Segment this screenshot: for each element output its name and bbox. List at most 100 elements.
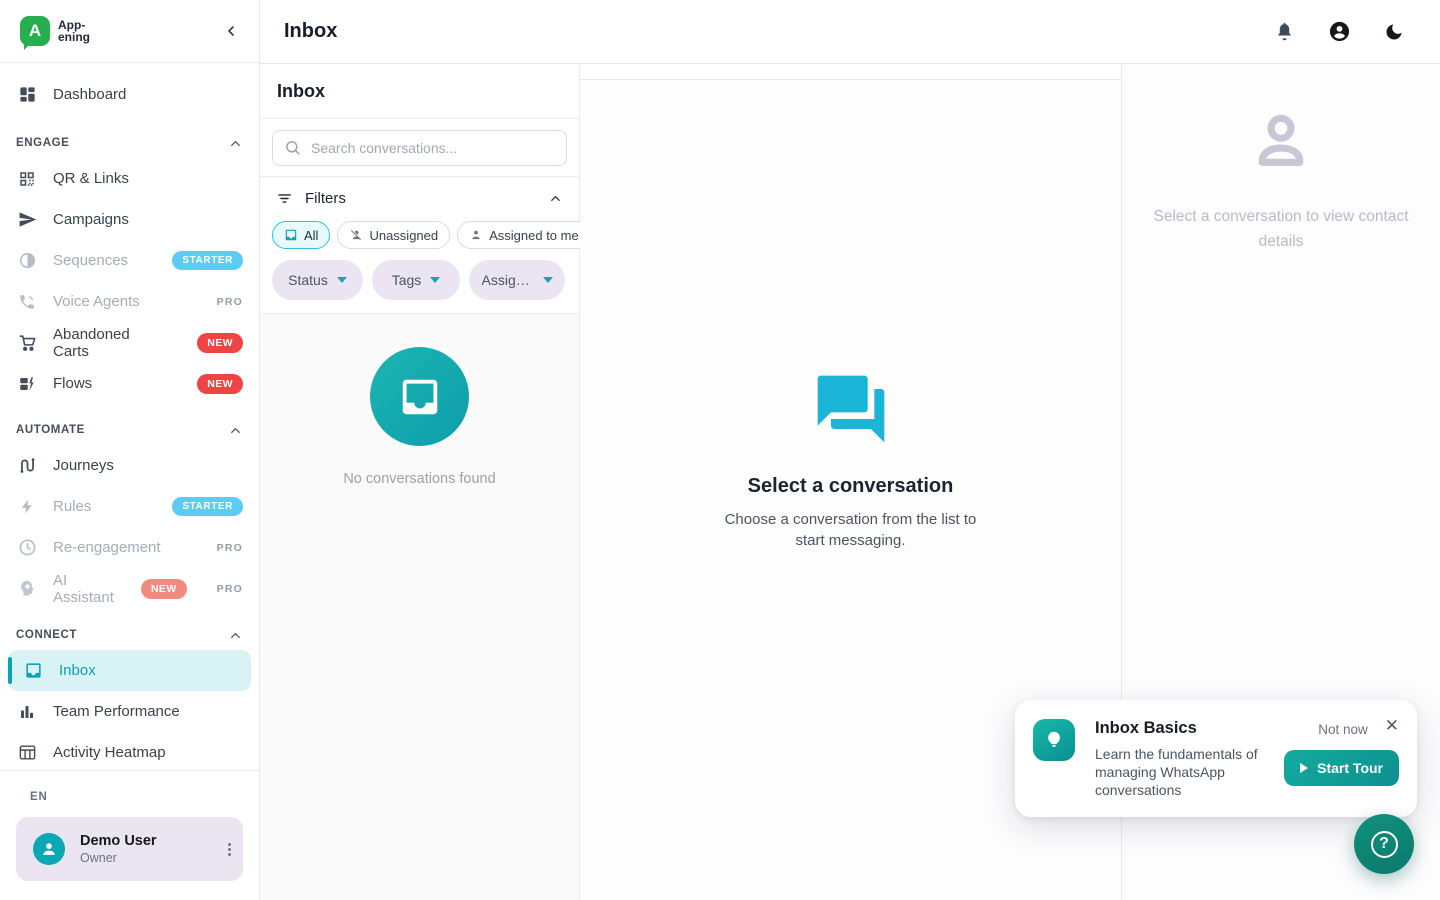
- sidebar-item-inbox[interactable]: Inbox: [8, 650, 251, 691]
- heatmap-grid-icon: [16, 743, 38, 762]
- sidebar-item-qr-links[interactable]: QR & Links: [0, 158, 259, 199]
- user-info: Demo User Owner: [80, 833, 157, 865]
- sidebar-item-flows[interactable]: Flows NEW: [0, 363, 259, 404]
- chevron-left-icon: [223, 23, 239, 39]
- sidebar-item-label: Team Performance: [53, 703, 180, 720]
- chat-empty-subtitle: Choose a conversation from the list to s…: [716, 509, 986, 551]
- sidebar-item-campaigns[interactable]: Campaigns: [0, 199, 259, 240]
- starter-badge: STARTER: [172, 497, 243, 516]
- sidebar-item-label: Activity Heatmap: [53, 744, 166, 761]
- account-circle-icon: [1328, 20, 1351, 43]
- chevron-up-icon: [228, 423, 243, 438]
- phone-icon: [16, 293, 38, 311]
- start-tour-button[interactable]: Start Tour: [1284, 750, 1399, 786]
- dropdown-label: Assign...: [482, 272, 534, 288]
- inbox-icon: [284, 228, 298, 242]
- filter-chip-unassigned[interactable]: Unassigned: [337, 221, 450, 249]
- search-icon: [284, 139, 301, 156]
- qr-code-icon: [16, 170, 38, 188]
- sidebar-item-sequences[interactable]: Sequences STARTER: [0, 240, 259, 281]
- sidebar-item-label: Voice Agents: [53, 293, 140, 310]
- question-mark-icon: ?: [1371, 831, 1398, 858]
- sidebar-item-team-performance[interactable]: Team Performance: [0, 691, 259, 732]
- page-title: Inbox: [284, 20, 337, 43]
- person-slash-icon: [349, 228, 363, 242]
- sidebar-item-label: Flows: [53, 375, 92, 392]
- notifications-button[interactable]: [1272, 19, 1297, 44]
- sidebar-collapse-button[interactable]: [219, 19, 243, 43]
- dark-mode-toggle[interactable]: [1382, 20, 1406, 44]
- sidebar-item-label: AI Assistant: [53, 572, 114, 606]
- sidebar-item-abandoned-carts[interactable]: Abandoned Carts NEW: [0, 322, 259, 363]
- pro-label: PRO: [217, 542, 243, 554]
- brand-name: App- ening: [58, 19, 90, 43]
- header-actions: [1272, 18, 1406, 45]
- sidebar-item-ai-assistant[interactable]: AI Assistant NEW PRO: [0, 568, 259, 609]
- section-header-engage[interactable]: ENGAGE: [0, 128, 259, 158]
- filter-list-icon: [276, 190, 293, 207]
- tour-title: Inbox Basics: [1095, 719, 1264, 738]
- filter-chip-all[interactable]: All: [272, 221, 330, 249]
- filter-dropdowns: Status Tags Assign...: [272, 260, 567, 300]
- conversations-panel: Inbox Filters: [260, 64, 580, 900]
- account-button[interactable]: [1326, 18, 1353, 45]
- filters-toggle[interactable]: Filters: [272, 190, 567, 207]
- conversations-title: Inbox: [277, 81, 325, 102]
- conversations-header: Inbox: [260, 64, 579, 119]
- new-badge: NEW: [197, 374, 243, 394]
- sidebar: A App- ening Dashboard ENGA: [0, 0, 260, 900]
- filter-chip-assigned-to-me[interactable]: Assigned to me: [457, 221, 591, 249]
- lightning-icon: [16, 498, 38, 515]
- clock-icon: [16, 538, 38, 557]
- sidebar-item-label: Abandoned Carts: [53, 326, 167, 360]
- help-button[interactable]: ?: [1354, 814, 1414, 874]
- tour-body: Learn the fundamentals of managing Whats…: [1095, 745, 1263, 799]
- new-badge: NEW: [141, 579, 187, 599]
- section-header-connect[interactable]: CONNECT: [0, 620, 259, 650]
- tour-actions: Not now ✕ Start Tour: [1284, 719, 1399, 799]
- sidebar-item-voice-agents[interactable]: Voice Agents PRO: [0, 281, 259, 322]
- sidebar-item-journeys[interactable]: Journeys: [0, 445, 259, 486]
- user-role: Owner: [80, 851, 157, 865]
- chip-label: All: [304, 228, 318, 243]
- tour-content: Inbox Basics Learn the fundamentals of m…: [1095, 719, 1264, 799]
- section-title: AUTOMATE: [16, 424, 85, 436]
- brand-name-line2: ening: [58, 30, 90, 44]
- sidebar-header: A App- ening: [0, 0, 259, 63]
- user-menu-kebab-icon[interactable]: [228, 843, 231, 856]
- conversations-list: No conversations found: [260, 314, 579, 900]
- chat-bubbles-icon: [811, 369, 891, 449]
- chat-header-strip: [580, 64, 1121, 80]
- sidebar-item-activity-heatmap[interactable]: Activity Heatmap: [0, 732, 259, 773]
- sidebar-item-dashboard[interactable]: Dashboard: [0, 72, 259, 117]
- chat-empty-title: Select a conversation: [748, 475, 954, 498]
- person-icon: [469, 228, 483, 242]
- sidebar-item-label: Re-engagement: [53, 539, 161, 556]
- language-selector[interactable]: EN: [30, 791, 243, 803]
- inbox-icon: [22, 661, 44, 680]
- tour-popup: Inbox Basics Learn the fundamentals of m…: [1015, 700, 1417, 817]
- bar-chart-icon: [16, 703, 38, 721]
- tags-dropdown[interactable]: Tags: [372, 260, 460, 300]
- sidebar-nav: Dashboard ENGAGE QR & Links Campaigns: [0, 63, 259, 773]
- sidebar-item-label: Campaigns: [53, 211, 129, 228]
- section-header-automate[interactable]: AUTOMATE: [0, 415, 259, 445]
- assignee-dropdown[interactable]: Assign...: [469, 260, 565, 300]
- sidebar-item-re-engagement[interactable]: Re-engagement PRO: [0, 527, 259, 568]
- contact-person-icon: [1248, 109, 1314, 175]
- send-icon: [16, 210, 38, 229]
- not-now-link[interactable]: Not now: [1318, 722, 1368, 737]
- sidebar-footer: EN Demo User Owner: [0, 770, 259, 900]
- new-badge: NEW: [197, 333, 243, 353]
- status-dropdown[interactable]: Status: [272, 260, 363, 300]
- close-icon[interactable]: ✕: [1385, 719, 1399, 733]
- sidebar-item-rules[interactable]: Rules STARTER: [0, 486, 259, 527]
- brand-logo[interactable]: A App- ening: [20, 16, 90, 46]
- section-title: ENGAGE: [16, 137, 69, 149]
- empty-inbox-icon: [370, 347, 469, 446]
- search-input[interactable]: [272, 130, 567, 166]
- no-conversations-message: No conversations found: [343, 471, 495, 487]
- flows-icon: [16, 375, 38, 393]
- user-card[interactable]: Demo User Owner: [16, 817, 243, 881]
- caret-down-icon: [543, 277, 553, 283]
